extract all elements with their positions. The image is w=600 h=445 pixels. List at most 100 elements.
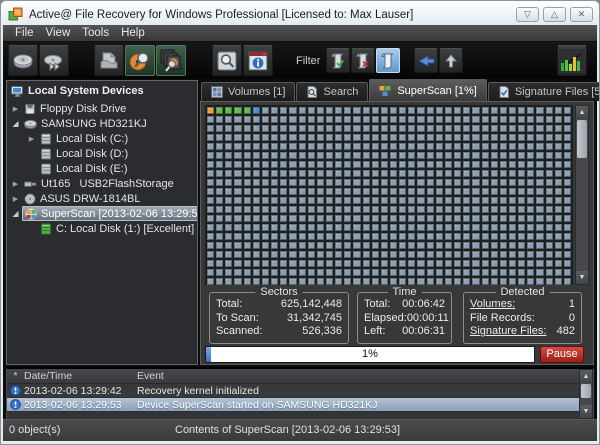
expand-collapsed-icon[interactable]: ▶ — [9, 180, 22, 188]
scan-cell — [317, 116, 324, 123]
tree-item[interactable]: Local Disk (D:) — [7, 146, 197, 161]
tree-item-content[interactable]: Ut165 USB2FlashStorage — [22, 176, 197, 191]
log-event: Recovery kernel initialized — [137, 385, 593, 397]
recover-files-button[interactable] — [94, 45, 124, 76]
expand-collapsed-icon[interactable]: ▶ — [9, 105, 22, 113]
menu-view[interactable]: View — [40, 27, 77, 39]
log-header-event[interactable]: Event — [137, 370, 593, 382]
stats-row: Total:625,142,448 — [210, 298, 348, 312]
scan-cell — [399, 125, 406, 132]
scan-cell — [491, 278, 498, 285]
resume-scan-button[interactable] — [39, 45, 69, 76]
tree-item-content[interactable]: Floppy Disk Drive — [22, 101, 197, 116]
expand-expanded-icon[interactable]: ◢ — [9, 209, 22, 218]
tree-item-label: Local Disk (E:) — [56, 163, 128, 175]
expand-expanded-icon[interactable]: ◢ — [9, 119, 22, 128]
scan-cell — [564, 260, 571, 267]
tab-signature[interactable]: Signature Files [507] — [488, 82, 600, 101]
quickscan-button[interactable] — [125, 45, 155, 76]
tree-item[interactable]: ▶Ut165 USB2FlashStorage — [7, 176, 197, 191]
tree-item-content[interactable]: SuperScan [2013-02-06 13:29:53] — [22, 206, 198, 221]
scan-cell — [372, 206, 379, 213]
scan-cell — [417, 215, 424, 222]
superscan-button[interactable] — [156, 45, 186, 76]
scan-cell — [344, 278, 351, 285]
scan-map-scrollbar[interactable]: ▲ ▼ — [575, 105, 589, 285]
back-button[interactable] — [414, 48, 438, 73]
tree-item[interactable]: ◢SuperScan [2013-02-06 13:29:53] — [7, 206, 197, 221]
toolbar-group-1 — [94, 45, 187, 76]
tree-item[interactable]: Local Disk (E:) — [7, 161, 197, 176]
stats-label[interactable]: Volumes: — [470, 298, 515, 312]
log-header-datetime[interactable]: Date/Time — [24, 370, 137, 382]
tree-item-content[interactable]: SAMSUNG HD321KJ — [22, 116, 197, 131]
scan-cell — [546, 242, 553, 249]
menu-tools[interactable]: Tools — [76, 27, 115, 39]
scan-cell — [335, 224, 342, 231]
pause-button[interactable]: Pause — [540, 346, 584, 363]
scan-cell — [436, 188, 443, 195]
log-row[interactable]: 2013-02-06 13:29:42Recovery kernel initi… — [7, 384, 593, 398]
filter-all-button[interactable] — [376, 48, 400, 73]
scroll-down-icon[interactable]: ▼ — [576, 271, 588, 284]
scan-cell — [427, 143, 434, 150]
tab-superscan[interactable]: SuperScan [1%] — [369, 79, 487, 101]
log-scrollbar[interactable]: ▲ ▼ — [579, 369, 593, 419]
tab-volumes[interactable]: Volumes [1] — [201, 82, 295, 101]
tree-item-content[interactable]: Local Disk (E:) — [38, 161, 197, 176]
stats-label[interactable]: Signature Files: — [470, 325, 546, 339]
tree-item[interactable]: ▶ASUS DRW-1814BL — [7, 191, 197, 206]
log-header-star[interactable]: * — [7, 370, 24, 382]
scan-cell — [207, 224, 214, 231]
open-disk-image-button[interactable] — [8, 45, 38, 76]
info-button[interactable] — [243, 45, 273, 76]
tree-item[interactable]: ▶Local Disk (C:) — [7, 131, 197, 146]
scan-cell — [427, 125, 434, 132]
status-object-count: 0 object(s) — [9, 424, 60, 436]
scan-cell — [500, 260, 507, 267]
preview-button[interactable] — [212, 45, 242, 76]
tree-item-content[interactable]: C: Local Disk (1:) [Excellent] — [38, 221, 197, 236]
scroll-down-icon[interactable]: ▼ — [580, 405, 592, 418]
scan-cell — [363, 197, 370, 204]
expand-collapsed-icon[interactable]: ▶ — [25, 135, 38, 143]
tree-item-content[interactable]: Local Disk (D:) — [38, 146, 197, 161]
minimize-button[interactable]: ▽ — [516, 7, 539, 22]
expand-collapsed-icon[interactable]: ▶ — [9, 195, 22, 203]
up-button[interactable] — [439, 48, 463, 73]
tree-item-content[interactable]: ASUS DRW-1814BL — [22, 191, 197, 206]
tree-item[interactable]: C: Local Disk (1:) [Excellent] — [7, 221, 197, 236]
scan-cell — [344, 215, 351, 222]
scan-cell — [454, 170, 461, 177]
scan-cell — [546, 134, 553, 141]
scan-cell — [491, 188, 498, 195]
log-row[interactable]: 2013-02-06 13:29:53Device SuperScan star… — [7, 398, 593, 412]
scan-cell — [363, 179, 370, 186]
window-title: Active@ File Recovery for Windows Profes… — [29, 9, 512, 21]
scan-cell — [546, 251, 553, 258]
maximize-button[interactable]: △ — [543, 7, 566, 22]
tree-item-content[interactable]: Local Disk (C:) — [38, 131, 197, 146]
scan-cell — [244, 224, 251, 231]
menu-help[interactable]: Help — [115, 27, 151, 39]
scan-cell — [372, 215, 379, 222]
scan-cell — [417, 107, 424, 114]
tab-search[interactable]: Search — [296, 82, 368, 101]
title-bar[interactable]: Active@ File Recovery for Windows Profes… — [1, 1, 599, 25]
scroll-up-icon[interactable]: ▲ — [576, 106, 588, 119]
scrollbar-thumb[interactable] — [577, 120, 587, 158]
scan-levels-button[interactable] — [557, 45, 587, 76]
tree-item[interactable]: ▶Floppy Disk Drive — [7, 101, 197, 116]
filter-recognized-button[interactable] — [326, 48, 350, 73]
close-button[interactable]: ✕ — [570, 7, 593, 22]
scroll-up-icon[interactable]: ▲ — [580, 370, 592, 383]
tree-item[interactable]: ◢SAMSUNG HD321KJ — [7, 116, 197, 131]
menu-file[interactable]: File — [9, 27, 40, 39]
scan-cell — [225, 278, 232, 285]
stats-label: Left: — [364, 325, 385, 339]
filter-unrecognized-button[interactable] — [351, 48, 375, 73]
toolbar: Filter — [3, 42, 597, 79]
stats-title: Time — [387, 286, 421, 298]
scrollbar-thumb[interactable] — [581, 384, 591, 398]
scan-cell — [463, 197, 470, 204]
